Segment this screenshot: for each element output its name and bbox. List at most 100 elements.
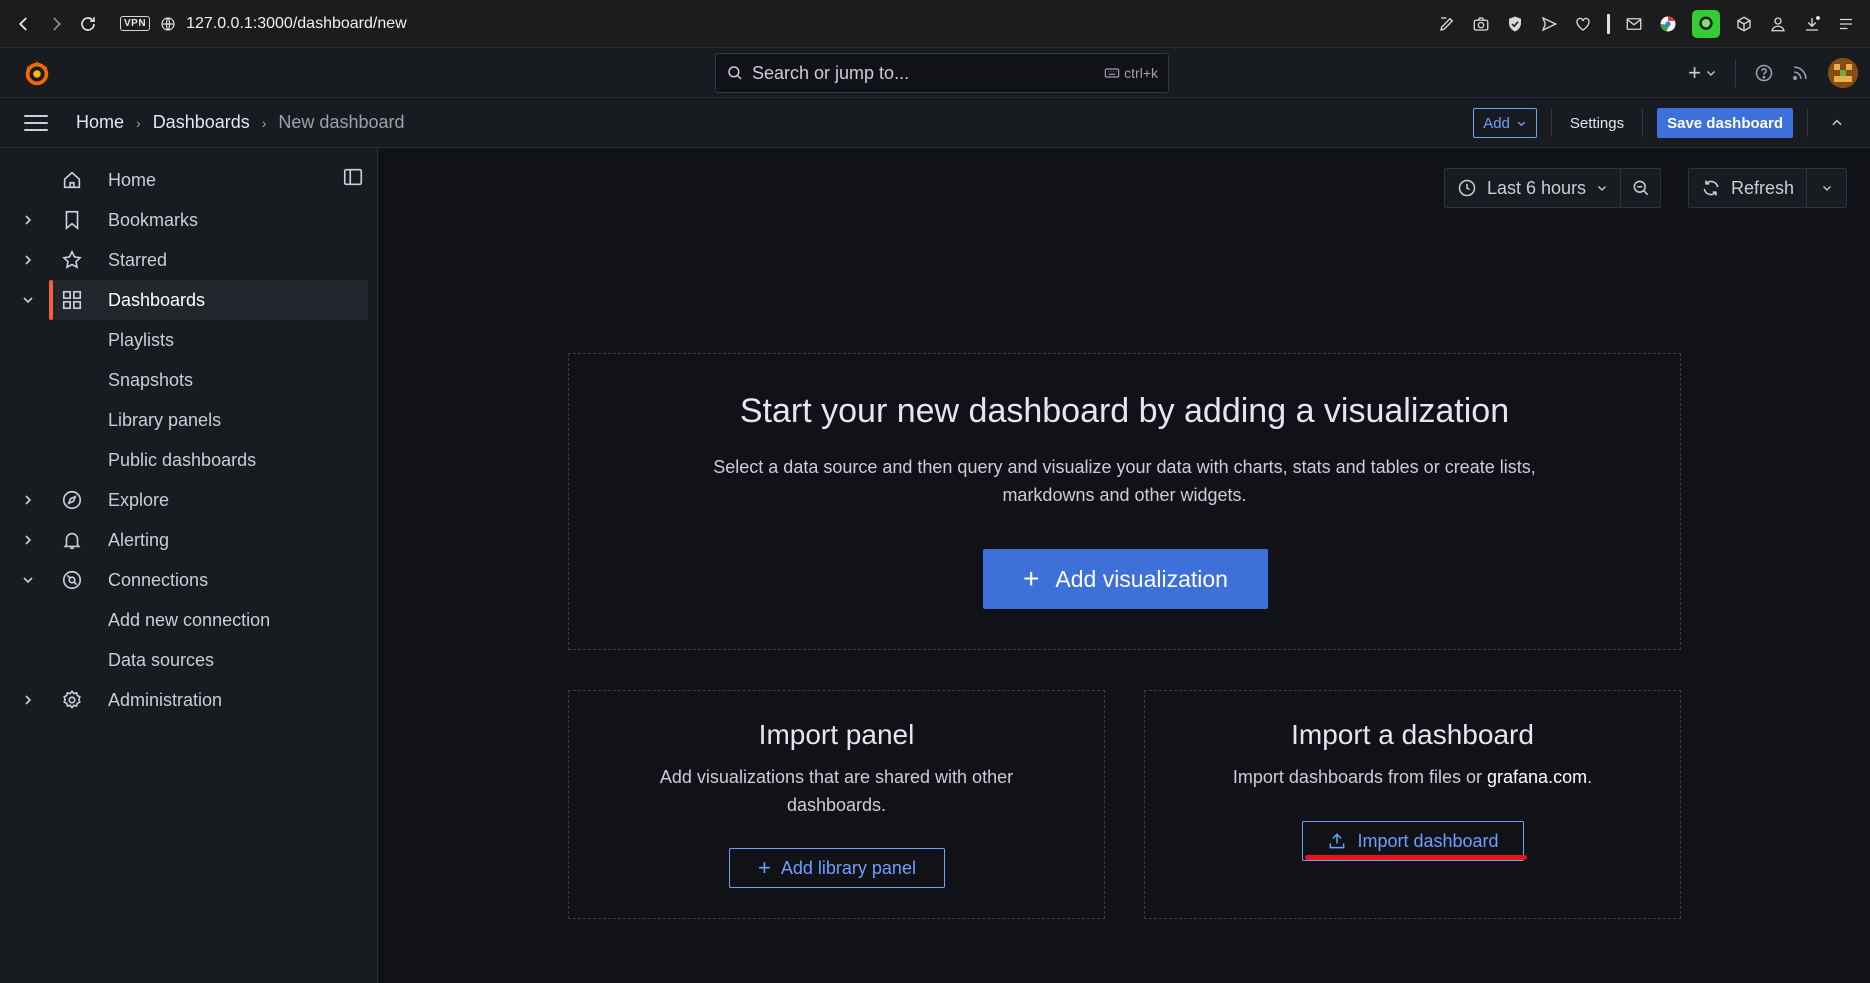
sidebar-item-label: Snapshots — [108, 369, 194, 390]
time-range-label: Last 6 hours — [1487, 177, 1587, 198]
search-bar[interactable]: Search or jump to... ctrl+k — [715, 53, 1169, 93]
import-panel-card: Import panel Add visualizations that are… — [568, 690, 1105, 919]
sidebar-item-library-panels[interactable]: Library panels — [0, 400, 378, 440]
breadcrumb-home[interactable]: Home — [76, 112, 124, 133]
add-library-panel-label: Add library panel — [780, 857, 916, 878]
chevron-down-icon[interactable] — [20, 572, 36, 588]
chrome-colorful-icon[interactable] — [1658, 14, 1678, 34]
breadcrumb-separator-icon: › — [136, 114, 141, 131]
edit-page-icon[interactable] — [1437, 14, 1457, 34]
new-menu-button[interactable]: + — [1680, 60, 1725, 86]
browser-reload-button[interactable] — [72, 8, 104, 40]
plus-icon: + — [758, 855, 771, 880]
import-dashboard-card: Import a dashboard Import dashboards fro… — [1144, 690, 1681, 919]
green-extension-icon[interactable] — [1692, 10, 1720, 38]
vpn-badge[interactable]: VPN — [120, 16, 151, 31]
sidebar-item-label: Administration — [108, 689, 223, 710]
user-avatar[interactable] — [1828, 58, 1858, 88]
connections-icon — [62, 570, 82, 590]
browser-toolbar: VPN 127.0.0.1:3000/dashboard/new — [0, 0, 1870, 48]
chevron-right-icon[interactable] — [20, 252, 36, 268]
reload-icon — [81, 16, 95, 31]
sidebar-item-administration[interactable]: Administration — [0, 680, 378, 720]
chevron-down-icon — [1598, 186, 1607, 191]
star-icon — [62, 249, 82, 269]
sidebar-item-bookmarks[interactable]: Bookmarks — [0, 200, 378, 240]
home-icon — [63, 171, 81, 189]
sidebar-item-dashboards[interactable]: Dashboards — [23, 280, 368, 320]
toolbar-separator — [1607, 14, 1610, 34]
address-bar-url[interactable]: 127.0.0.1:3000/dashboard/new — [186, 15, 407, 33]
sidebar-item-alerting[interactable]: Alerting — [0, 520, 378, 560]
sidebar-item-public-dashboards[interactable]: Public dashboards — [0, 440, 378, 480]
sidebar-item-data-sources[interactable]: Data sources — [0, 640, 378, 680]
sidebar-item-playlists[interactable]: Playlists — [0, 320, 378, 360]
zoom-out-button[interactable] — [1621, 168, 1662, 208]
grafana-com-link[interactable]: grafana.com — [1487, 767, 1587, 787]
sidebar-item-snapshots[interactable]: Snapshots — [0, 360, 378, 400]
refresh-interval-dropdown[interactable] — [1807, 168, 1848, 208]
settings-button[interactable]: Settings — [1566, 115, 1628, 132]
help-button[interactable] — [1746, 55, 1782, 91]
search-shortcut-text: ctrl+k — [1124, 65, 1158, 81]
add-visualization-label: Add visualization — [1055, 565, 1228, 592]
compass-icon — [62, 490, 82, 510]
zoom-out-icon — [1633, 180, 1648, 196]
collapse-toolbar-button[interactable] — [1822, 108, 1852, 138]
empty-dashboard-description: Select a data source and then query and … — [713, 457, 1536, 505]
download-icon[interactable] — [1802, 14, 1822, 34]
grafana-logo-icon[interactable] — [22, 58, 52, 88]
plus-icon: + — [1023, 563, 1040, 594]
refresh-label: Refresh — [1731, 177, 1795, 198]
chevron-down-icon — [1822, 186, 1831, 191]
breadcrumb-separator-icon: › — [261, 114, 267, 131]
breadcrumb-dashboards[interactable]: Dashboards — [153, 112, 250, 133]
chevron-right-icon[interactable] — [20, 532, 36, 548]
sidebar-item-label: Library panels — [108, 409, 222, 430]
add-button[interactable]: Add — [1473, 108, 1537, 138]
cube-icon[interactable] — [1734, 14, 1754, 34]
chevron-left-icon — [18, 16, 27, 31]
add-visualization-button[interactable]: + Add visualization — [983, 549, 1268, 609]
menu-lines-icon[interactable] — [1836, 14, 1856, 34]
profile-icon[interactable] — [1768, 14, 1788, 34]
browser-back-button[interactable] — [8, 8, 40, 40]
refresh-button[interactable]: Refresh — [1688, 168, 1808, 208]
camera-icon[interactable] — [1471, 14, 1491, 34]
sidebar-item-explore[interactable]: Explore — [0, 480, 378, 520]
grafana-topbar: Search or jump to... ctrl+k + — [0, 48, 1870, 98]
save-dashboard-button[interactable]: Save dashboard — [1657, 108, 1793, 138]
sidebar-item-starred[interactable]: Starred — [0, 240, 378, 280]
toggle-menu-button[interactable] — [24, 109, 52, 137]
sidebar-item-home[interactable]: Home — [0, 160, 378, 200]
import-dashboard-description-prefix: Import dashboards from files or — [1232, 767, 1488, 787]
chevron-down-icon[interactable] — [20, 292, 36, 308]
news-button[interactable] — [1782, 55, 1818, 91]
plus-icon: + — [1688, 60, 1701, 85]
sidebar-item-label: Bookmarks — [108, 209, 199, 230]
shield-check-icon[interactable] — [1505, 14, 1525, 34]
sidebar-item-add-new-connection[interactable]: Add new connection — [0, 600, 378, 640]
time-range-button[interactable]: Last 6 hours — [1444, 168, 1622, 208]
sidebar-item-label: Playlists — [108, 329, 175, 350]
upload-icon — [1330, 833, 1345, 849]
chevron-right-icon[interactable] — [20, 212, 36, 228]
add-library-panel-button[interactable]: + Add library panel — [729, 848, 945, 888]
chevron-right-icon[interactable] — [20, 692, 36, 708]
cog-icon — [63, 689, 81, 709]
send-icon[interactable] — [1539, 14, 1559, 34]
nav-list: Home Bookmarks Starred Dashboards Playli… — [0, 160, 378, 720]
heart-icon[interactable] — [1573, 14, 1593, 34]
topbar-actions: + — [1680, 48, 1858, 98]
time-range-picker: Last 6 hours — [1444, 168, 1662, 208]
import-panel-title: Import panel — [758, 719, 915, 750]
chevron-right-icon[interactable] — [20, 492, 36, 508]
sidebar-item-label: Explore — [108, 489, 170, 510]
sidebar-item-connections[interactable]: Connections — [0, 560, 378, 600]
sidebar-item-label: Connections — [108, 569, 209, 590]
mail-icon[interactable] — [1624, 14, 1644, 34]
refresh-picker: Refresh — [1688, 168, 1848, 208]
sidebar-item-label: Public dashboards — [108, 449, 257, 470]
sidebar: Home Bookmarks Starred Dashboards Playli… — [0, 148, 378, 983]
browser-forward-button[interactable] — [40, 8, 72, 40]
